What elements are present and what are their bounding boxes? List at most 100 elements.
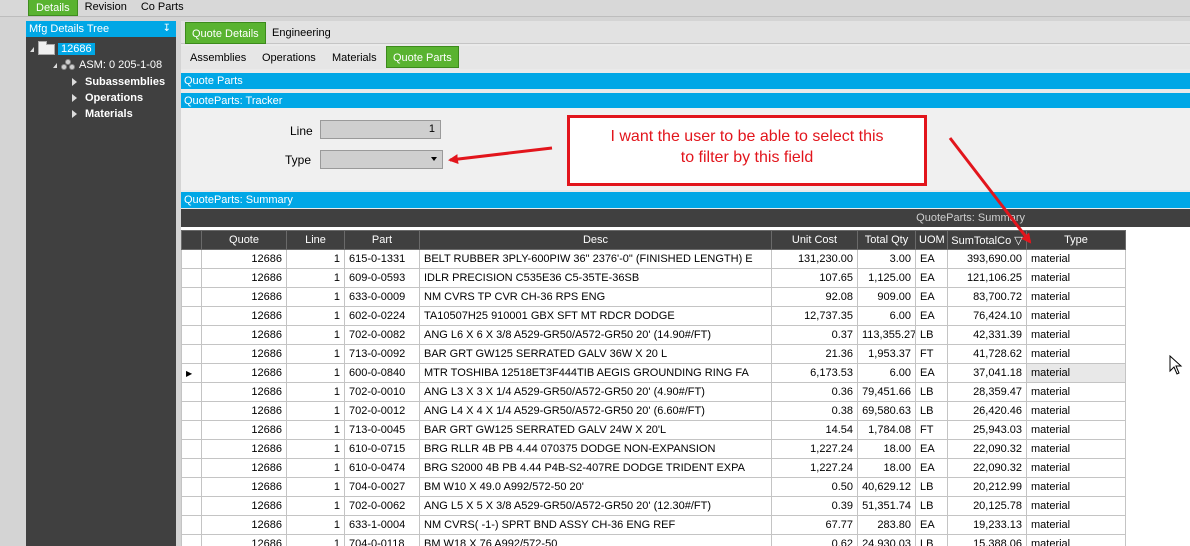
table-cell-line[interactable]: 1 (286, 420, 345, 440)
table-cell-sumtotalco[interactable]: 393,690.00 (947, 249, 1027, 269)
table-cell-sumtotalco[interactable]: 19,233.13 (947, 515, 1027, 535)
table-cell-sumtotalco[interactable]: 20,125.78 (947, 496, 1027, 516)
table-cell-quote[interactable]: 12686 (201, 382, 287, 402)
table-cell-type[interactable]: material (1026, 496, 1126, 516)
table-cell-sumtotalco[interactable]: 15,388.06 (947, 534, 1027, 546)
table-cell-desc[interactable]: TA10507H25 910001 GBX SFT MT RDCR DODGE (419, 306, 772, 326)
table-cell-quote[interactable]: 12686 (201, 515, 287, 535)
table-cell-sumtotalco[interactable]: 26,420.46 (947, 401, 1027, 421)
expand-icon[interactable] (72, 94, 77, 103)
type-combo[interactable] (320, 150, 443, 169)
tab-materials[interactable]: Materials (326, 47, 383, 69)
table-cell-part[interactable]: 609-0-0593 (344, 268, 420, 288)
table-cell-unit-cost[interactable]: 0.62 (771, 534, 858, 546)
table-cell-part[interactable]: 600-0-0840 (344, 363, 420, 383)
table-cell-part[interactable]: 610-0-0474 (344, 458, 420, 478)
table-cell-part[interactable]: 713-0-0092 (344, 344, 420, 364)
table-cell-line[interactable]: 1 (286, 515, 345, 535)
row-indicator[interactable] (181, 401, 202, 421)
table-cell-type[interactable]: material (1026, 344, 1126, 364)
table-row[interactable]: 12686 1 704-0-0027 BM W10 X 49.0 A992/572-5… (181, 477, 1126, 497)
table-cell-part[interactable]: 704-0-0027 (344, 477, 420, 497)
table-cell-sumtotalco[interactable]: 25,943.03 (947, 420, 1027, 440)
column-header-desc[interactable]: Desc (419, 230, 772, 250)
table-cell-quote[interactable]: 12686 (201, 363, 287, 383)
table-cell-quote[interactable]: 12686 (201, 534, 287, 546)
tree-node-materials[interactable]: Materials (72, 106, 133, 122)
table-cell-total-qty[interactable]: 3.00 (857, 249, 916, 269)
expand-icon[interactable] (72, 110, 77, 119)
row-indicator[interactable] (181, 382, 202, 402)
table-row[interactable]: 12686 1 702-0-0062 ANG L5 X 5 X 3/8 A529-GR… (181, 496, 1126, 516)
table-cell-unit-cost[interactable]: 0.37 (771, 325, 858, 345)
column-header-uom[interactable]: UOM (915, 230, 948, 250)
table-row[interactable]: 12686 1 633-0-0009 NM CVRS TP CVR CH-36 RPS… (181, 287, 1126, 307)
table-cell-unit-cost[interactable]: 6,173.53 (771, 363, 858, 383)
tab-quote-parts[interactable]: Quote Parts (386, 46, 459, 68)
table-cell-uom[interactable]: LB (915, 496, 948, 516)
table-cell-quote[interactable]: 12686 (201, 401, 287, 421)
table-row[interactable]: 12686 1 702-0-0012 ANG L4 X 4 X 1/4 A529-GR… (181, 401, 1126, 421)
table-cell-sumtotalco[interactable]: 42,331.39 (947, 325, 1027, 345)
tree-node-root[interactable]: 12686 (30, 40, 95, 57)
table-cell-uom[interactable]: FT (915, 420, 948, 440)
table-cell-type[interactable]: material (1026, 268, 1126, 288)
table-cell-part[interactable]: 702-0-0012 (344, 401, 420, 421)
table-row[interactable]: ▶ 12686 1 600-0-0840 MTR TOSHIBA 12518ET3F44… (181, 363, 1126, 383)
table-row[interactable]: 12686 1 615-0-1331 BELT RUBBER 3PLY-600PIW … (181, 249, 1126, 269)
table-cell-line[interactable]: 1 (286, 306, 345, 326)
table-cell-unit-cost[interactable]: 0.50 (771, 477, 858, 497)
table-cell-total-qty[interactable]: 113,355.27 (857, 325, 916, 345)
table-cell-type[interactable]: material (1026, 382, 1126, 402)
table-row[interactable]: 12686 1 713-0-0045 BAR GRT GW125 SERRATED G… (181, 420, 1126, 440)
table-cell-line[interactable]: 1 (286, 382, 345, 402)
table-cell-total-qty[interactable]: 1,125.00 (857, 268, 916, 288)
table-cell-uom[interactable]: EA (915, 306, 948, 326)
table-cell-uom[interactable]: EA (915, 287, 948, 307)
column-header-line[interactable]: Line (286, 230, 345, 250)
table-cell-uom[interactable]: EA (915, 249, 948, 269)
tree-node-subassemblies[interactable]: Subassemblies (72, 74, 165, 90)
table-cell-part[interactable]: 615-0-1331 (344, 249, 420, 269)
row-indicator[interactable] (181, 439, 202, 459)
table-cell-unit-cost[interactable]: 0.36 (771, 382, 858, 402)
tab-engineering[interactable]: Engineering (266, 22, 337, 44)
table-cell-uom[interactable]: LB (915, 325, 948, 345)
tab-operations[interactable]: Operations (256, 47, 322, 69)
table-cell-sumtotalco[interactable]: 22,090.32 (947, 439, 1027, 459)
table-cell-part[interactable]: 602-0-0224 (344, 306, 420, 326)
table-cell-desc[interactable]: BRG RLLR 4B PB 4.44 070375 DODGE NON-EXP… (419, 439, 772, 459)
collapse-icon[interactable] (30, 46, 34, 52)
table-cell-desc[interactable]: ANG L4 X 4 X 1/4 A529-GR50/A572-GR50 20'… (419, 401, 772, 421)
table-cell-unit-cost[interactable]: 107.65 (771, 268, 858, 288)
table-cell-quote[interactable]: 12686 (201, 344, 287, 364)
column-header-part[interactable]: Part (344, 230, 420, 250)
table-cell-total-qty[interactable]: 79,451.66 (857, 382, 916, 402)
row-indicator[interactable] (181, 268, 202, 288)
table-row[interactable]: 12686 1 702-0-0010 ANG L3 X 3 X 1/4 A529-GR… (181, 382, 1126, 402)
table-cell-quote[interactable]: 12686 (201, 496, 287, 516)
table-cell-part[interactable]: 702-0-0082 (344, 325, 420, 345)
table-cell-uom[interactable]: EA (915, 268, 948, 288)
table-cell-total-qty[interactable]: 18.00 (857, 458, 916, 478)
table-cell-sumtotalco[interactable]: 76,424.10 (947, 306, 1027, 326)
collapse-icon[interactable] (53, 62, 57, 68)
table-row[interactable]: 12686 1 609-0-0593 IDLR PRECISION C535E36 C… (181, 268, 1126, 288)
table-cell-type[interactable]: material (1026, 306, 1126, 326)
table-cell-total-qty[interactable]: 1,953.37 (857, 344, 916, 364)
table-cell-line[interactable]: 1 (286, 287, 345, 307)
tab-assemblies[interactable]: Assemblies (184, 47, 252, 69)
table-row[interactable]: 12686 1 633-1-0004 NM CVRS( -1-) SPRT BND A… (181, 515, 1126, 535)
table-cell-type[interactable]: material (1026, 515, 1126, 535)
table-cell-total-qty[interactable]: 24,930.03 (857, 534, 916, 546)
table-cell-unit-cost[interactable]: 14.54 (771, 420, 858, 440)
table-cell-part[interactable]: 704-0-0118 (344, 534, 420, 546)
column-header-quote[interactable]: Quote (201, 230, 287, 250)
table-cell-quote[interactable]: 12686 (201, 420, 287, 440)
table-cell-uom[interactable]: LB (915, 477, 948, 497)
table-cell-part[interactable]: 702-0-0010 (344, 382, 420, 402)
table-cell-unit-cost[interactable]: 1,227.24 (771, 439, 858, 459)
table-cell-type[interactable]: material (1026, 420, 1126, 440)
table-row[interactable]: 12686 1 713-0-0092 BAR GRT GW125 SERRATED G… (181, 344, 1126, 364)
tab-quote-details[interactable]: Quote Details (185, 22, 266, 44)
